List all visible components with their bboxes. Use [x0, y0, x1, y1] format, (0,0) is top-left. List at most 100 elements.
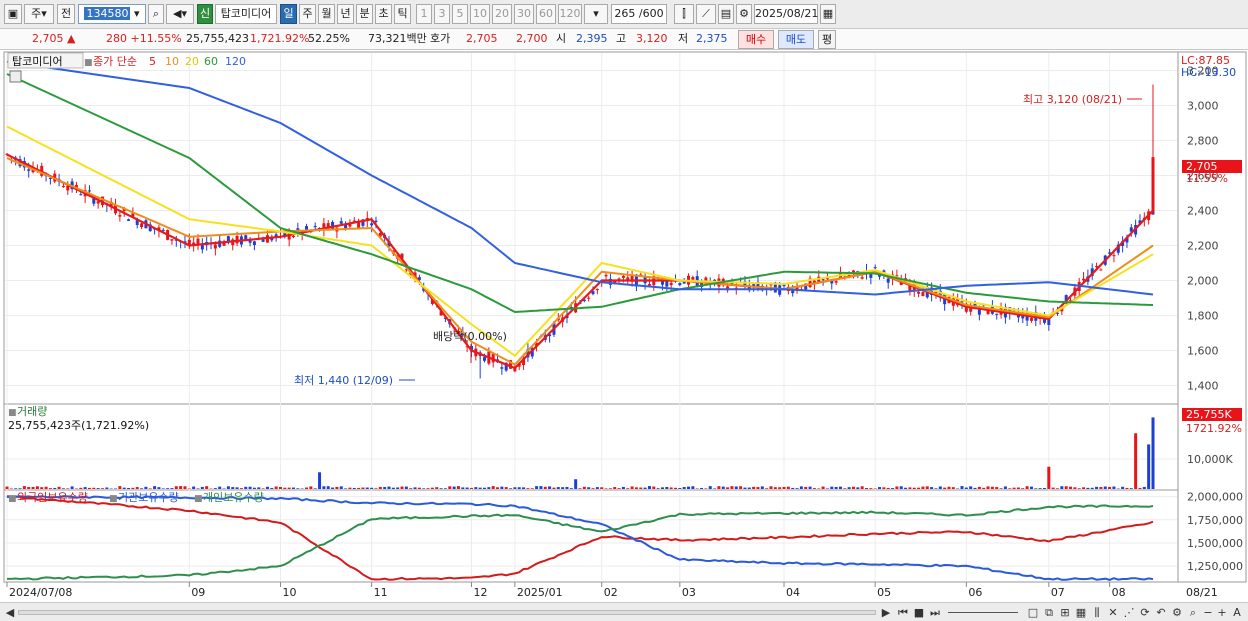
- zoom-out-icon[interactable]: −: [1202, 605, 1214, 620]
- chart-area[interactable]: 3,200 3,000 2,800 2,600 2,400 2,200 2,000 1,800…: [3, 51, 1247, 602]
- volume-bar: [969, 486, 973, 489]
- window-icon[interactable]: ▣: [4, 4, 22, 24]
- date-field[interactable]: 2025/08/21: [754, 4, 818, 24]
- scroll-right-icon[interactable]: ▶: [880, 605, 892, 620]
- eval-button[interactable]: 평: [818, 30, 836, 49]
- volume-bar: [891, 488, 895, 489]
- tab-tick[interactable]: 틱: [394, 4, 411, 24]
- price-y-tick: 1,400: [1187, 380, 1219, 393]
- link-icon[interactable]: ⟳: [1138, 605, 1152, 620]
- volume-bar: [391, 487, 395, 489]
- grid-icon[interactable]: ▦: [1074, 605, 1088, 620]
- search-small-icon[interactable]: ⌕: [1186, 605, 1200, 620]
- rect-tool-icon[interactable]: □: [1026, 605, 1040, 620]
- volume-bar: [200, 486, 204, 489]
- zoom-in-icon[interactable]: +: [1216, 605, 1228, 620]
- stock-chart-svg[interactable]: 3,2003,0002,8002,6002,4002,2002,0001,800…: [3, 51, 1247, 602]
- volume-bar: [213, 488, 217, 489]
- volume-bar: [838, 486, 842, 489]
- volume-bar: [400, 486, 404, 489]
- candle-body: [1112, 255, 1116, 257]
- tab-second[interactable]: 초: [375, 4, 392, 24]
- volume-bar: [292, 487, 295, 489]
- high-label: 고: [616, 32, 627, 45]
- volume-bar: [799, 486, 803, 489]
- interval-5[interactable]: 5: [452, 4, 468, 24]
- pattern-icon[interactable]: ⋰: [1122, 605, 1136, 620]
- rewind-icon[interactable]: ⏮: [896, 605, 910, 620]
- chart-toolbar: ▣ 주▾ 전 134580 ▾ ⌕ ◀▾ 신 탑코미디어 일 주 월 년 분 초…: [0, 0, 1248, 29]
- interval-3[interactable]: 3: [434, 4, 450, 24]
- volume-bar: [387, 486, 391, 489]
- calendar-icon[interactable]: ▦: [820, 4, 836, 24]
- save-icon[interactable]: ▤: [718, 4, 734, 24]
- up-arrow-icon: ▲: [67, 32, 76, 45]
- market-select[interactable]: 주▾: [24, 4, 54, 24]
- search-icon[interactable]: ⌕: [148, 4, 164, 24]
- buy-button[interactable]: 매수: [738, 30, 774, 49]
- volume-bar: [1125, 487, 1129, 489]
- table-icon[interactable]: [9, 70, 22, 83]
- ma5-legend: 5: [149, 55, 156, 68]
- volume-bar: [626, 488, 630, 489]
- volume-bar: [296, 488, 300, 489]
- tab-minute[interactable]: 분: [356, 4, 373, 24]
- interval-10[interactable]: 10: [470, 4, 490, 24]
- volume-bar: [804, 486, 808, 489]
- volume-bar: [509, 488, 513, 489]
- volume-bar: [1025, 486, 1029, 489]
- interval-20[interactable]: 20: [492, 4, 512, 24]
- volume-bar: [487, 487, 491, 489]
- copy-icon[interactable]: ⧉: [1042, 605, 1056, 620]
- sound-icon[interactable]: ◀▾: [166, 4, 194, 24]
- forward-icon[interactable]: ⏭: [928, 605, 942, 620]
- count-display[interactable]: 265 /600: [611, 4, 667, 24]
- volume-bar: [87, 487, 91, 489]
- price-y-tick: 1,800: [1187, 310, 1219, 323]
- volume-bar: [140, 488, 144, 489]
- horizontal-scrollbar[interactable]: [18, 610, 876, 615]
- interval-60[interactable]: 60: [536, 4, 556, 24]
- gear-icon[interactable]: ⚙: [736, 4, 752, 24]
- volume-bar: [912, 487, 916, 489]
- candle-body: [886, 278, 890, 283]
- volume-bar: [66, 488, 70, 489]
- zoom-slider[interactable]: [948, 612, 1018, 613]
- tab-year[interactable]: 년: [337, 4, 354, 24]
- volume-bar: [535, 486, 539, 489]
- volume-bar: [587, 487, 591, 489]
- chart-type-icon[interactable]: ⫼: [1090, 605, 1104, 620]
- prev-button[interactable]: 전: [57, 4, 75, 24]
- candle-body: [1029, 317, 1033, 321]
- volume-bar: [14, 488, 18, 489]
- volume-bar: [105, 487, 109, 489]
- layout-icon[interactable]: ⊞: [1058, 605, 1072, 620]
- tab-day[interactable]: 일: [280, 4, 297, 24]
- undo-icon[interactable]: ↶: [1154, 605, 1168, 620]
- stop-icon[interactable]: ■: [912, 605, 926, 620]
- volume-bar: [153, 486, 157, 489]
- interval-1[interactable]: 1: [416, 4, 432, 24]
- interval-dropdown[interactable]: ▾: [584, 4, 608, 24]
- line-tool-icon[interactable]: ⟋: [696, 4, 716, 24]
- stock-code-input[interactable]: 134580 ▾: [78, 4, 146, 24]
- candle-body: [483, 357, 486, 361]
- volume-bar: [539, 486, 543, 489]
- volume-bar: [995, 487, 999, 489]
- tab-week[interactable]: 주: [299, 4, 316, 24]
- settings-small-icon[interactable]: ⚙: [1170, 605, 1184, 620]
- crosshair-icon[interactable]: ✕: [1106, 605, 1120, 620]
- volume-bar: [526, 488, 530, 489]
- interval-120[interactable]: 120: [558, 4, 582, 24]
- volume-bar: [270, 487, 274, 489]
- tab-month[interactable]: 월: [318, 4, 335, 24]
- font-size-icon[interactable]: A: [1230, 605, 1244, 620]
- candle-icon[interactable]: ⫿: [674, 4, 694, 24]
- volume-bar: [1134, 433, 1138, 489]
- interval-30[interactable]: 30: [514, 4, 534, 24]
- volume-bar: [934, 488, 938, 489]
- sell-button[interactable]: 매도: [778, 30, 814, 49]
- volume-bar: [882, 487, 886, 489]
- scroll-left-icon[interactable]: ◀: [4, 605, 16, 620]
- volume-bar: [860, 486, 864, 489]
